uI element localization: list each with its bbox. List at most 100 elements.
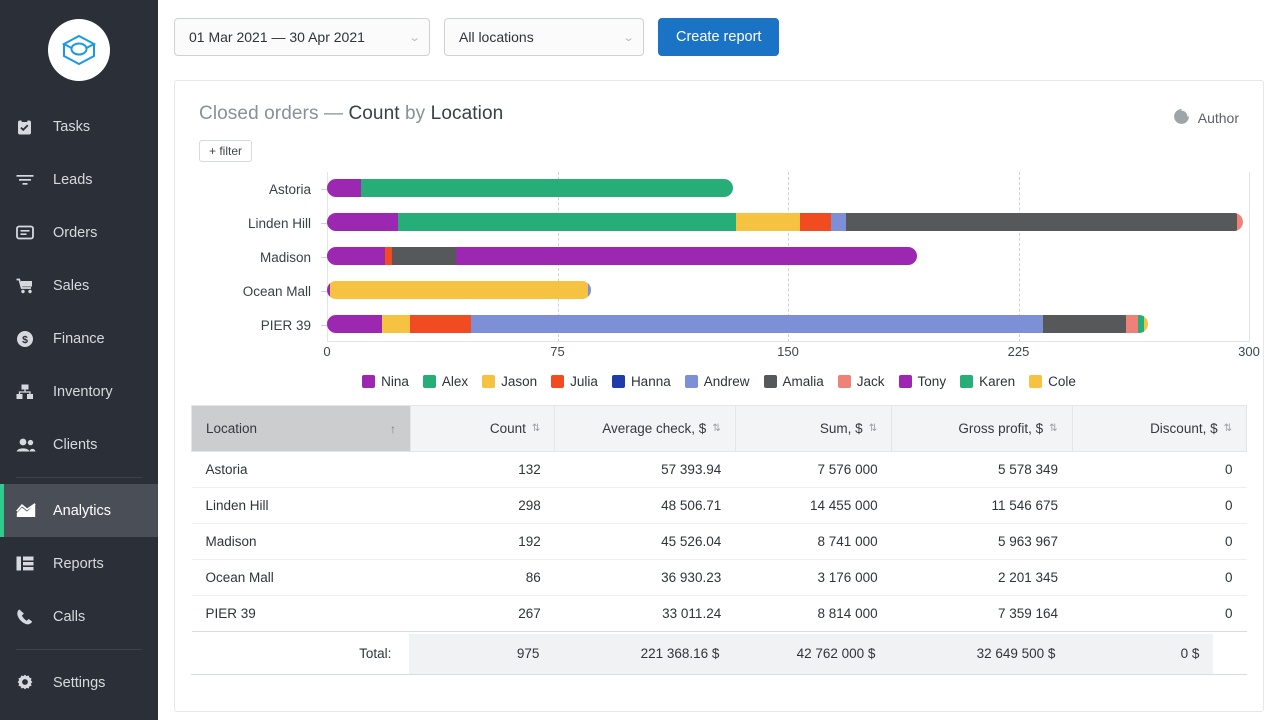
chart-row: Linden Hill: [175, 206, 1249, 240]
table-row[interactable]: Astoria 132 57 393.94 7 576 000 5 578 349 0: [191, 451, 1247, 488]
legend-item[interactable]: Hanna: [611, 374, 671, 389]
stacked-bar[interactable]: [327, 179, 733, 197]
bar-segment[interactable]: [327, 179, 361, 197]
table-layout-icon: [16, 554, 40, 574]
table-row[interactable]: Madison 192 45 526.04 8 741 000 5 963 967 0: [191, 523, 1247, 560]
location-select[interactable]: All locations ⌄: [444, 18, 644, 56]
inbox-icon: [16, 223, 40, 243]
table-header-average-check[interactable]: Average check, $ ⇅: [554, 405, 736, 452]
sidebar-item-clients[interactable]: Clients: [0, 418, 158, 471]
date-range-select[interactable]: 01 Mar 2021 — 30 Apr 2021 ⌄: [174, 18, 430, 56]
bar-segment[interactable]: [846, 213, 1237, 231]
sidebar-item-sales[interactable]: Sales: [0, 259, 158, 312]
bar-segment[interactable]: [1126, 315, 1139, 333]
cell-average-check: 45 526.04: [554, 523, 736, 560]
bar-segment[interactable]: [1043, 315, 1127, 333]
legend-item[interactable]: Jack: [837, 374, 885, 389]
chevron-down-icon: ⌄: [622, 31, 635, 44]
bar-segment[interactable]: [1236, 213, 1243, 231]
sidebar-item-orders[interactable]: Orders: [0, 206, 158, 259]
legend-item[interactable]: Amalia: [763, 374, 824, 389]
bar-segment[interactable]: [800, 213, 831, 231]
bar-segment[interactable]: [1144, 315, 1148, 333]
legend-item[interactable]: Nina: [362, 374, 409, 389]
stacked-bar[interactable]: [327, 247, 918, 265]
cell-average-check: 36 930.23: [554, 559, 736, 596]
date-range-value: 01 Mar 2021 — 30 Apr 2021: [189, 29, 365, 45]
sidebar-item-tasks[interactable]: Tasks: [0, 100, 158, 153]
gridline: [1249, 172, 1250, 342]
chart-plot-area: Astoria Linden Hill Madison Ocean Mall PIER …: [175, 172, 1249, 342]
report-card: Closed orders — Count by Location Author…: [174, 80, 1264, 712]
bar-segment[interactable]: [327, 315, 383, 333]
sidebar-item-label: Inventory: [53, 383, 113, 400]
stacked-bar[interactable]: [327, 281, 592, 299]
legend-item[interactable]: Jason: [482, 374, 537, 389]
table-header-discount[interactable]: Discount, $ ⇅: [1072, 405, 1248, 452]
table-header-count[interactable]: Count ⇅: [410, 405, 556, 452]
legend-label: Alex: [441, 374, 469, 389]
bar-segment[interactable]: [409, 315, 472, 333]
sort-toggle-icon: ⇅: [868, 422, 878, 434]
table-row[interactable]: Linden Hill 298 48 506.71 14 455 000 11 546 …: [191, 487, 1247, 524]
sidebar-item-settings[interactable]: Settings: [0, 656, 158, 709]
legend-item[interactable]: Cole: [1029, 374, 1076, 389]
x-axis-tick-label: 300: [1238, 344, 1260, 359]
table-row[interactable]: Ocean Mall 86 36 930.23 3 176 000 2 201 345 0: [191, 559, 1247, 596]
filters-toolbar: 01 Mar 2021 — 30 Apr 2021 ⌄ All location…: [158, 0, 1280, 62]
bar-segment[interactable]: [588, 281, 592, 299]
main-content: 01 Mar 2021 — 30 Apr 2021 ⌄ All location…: [158, 0, 1280, 720]
sort-toggle-icon: ⇅: [1223, 422, 1232, 434]
bar-segment[interactable]: [391, 247, 457, 265]
cell-sum: 8 741 000: [735, 523, 892, 560]
sidebar-item-reports[interactable]: Reports: [0, 537, 158, 590]
sort-toggle-icon: ⇅: [531, 422, 541, 434]
chart-category-label: Ocean Mall: [242, 283, 311, 299]
bar-segment[interactable]: [327, 247, 386, 265]
phone-icon: [16, 607, 40, 627]
bar-segment[interactable]: [382, 315, 410, 333]
legend-item[interactable]: Karen: [960, 374, 1015, 389]
sidebar-item-analytics[interactable]: Analytics: [0, 484, 158, 537]
create-report-button[interactable]: Create report: [658, 18, 780, 56]
legend-swatch: [611, 375, 625, 388]
legend-item[interactable]: Tony: [898, 374, 946, 389]
funnel-icon: [16, 170, 40, 190]
table-header-location[interactable]: Location ↑: [191, 405, 411, 452]
sidebar-item-leads[interactable]: Leads: [0, 153, 158, 206]
location-value: All locations: [459, 29, 534, 45]
bar-segment[interactable]: [471, 315, 1044, 333]
stacked-bar[interactable]: [327, 213, 1243, 231]
bar-segment[interactable]: [327, 213, 398, 231]
bar-segment[interactable]: [397, 213, 736, 231]
cell-count: 192: [410, 523, 555, 560]
sidebar: Tasks Leads Orders Sales $ Finance Inven…: [0, 0, 158, 720]
bar-segment[interactable]: [456, 247, 918, 265]
chart-plot-row: [327, 308, 1249, 342]
table-row[interactable]: PIER 39 267 33 011.24 8 814 000 7 359 164 0: [191, 595, 1247, 632]
legend-item[interactable]: Alex: [422, 374, 469, 389]
sitemap-icon: [16, 382, 40, 402]
table-header-gross-profit[interactable]: Gross profit, $ ⇅: [891, 405, 1073, 452]
title-metric: Count: [348, 103, 400, 124]
legend-label: Jason: [501, 374, 538, 389]
author-selector[interactable]: Author: [1173, 103, 1239, 128]
logo-container[interactable]: [0, 0, 158, 100]
legend-item[interactable]: Andrew: [684, 374, 750, 389]
bar-segment[interactable]: [360, 179, 733, 197]
bar-segment[interactable]: [735, 213, 801, 231]
bar-segment[interactable]: [330, 281, 589, 299]
legend-label: Andrew: [703, 374, 750, 389]
legend-swatch: [551, 375, 565, 388]
sidebar-nav: Tasks Leads Orders Sales $ Finance Inven…: [0, 100, 158, 709]
stacked-bar[interactable]: [327, 315, 1148, 333]
sidebar-item-finance[interactable]: $ Finance: [0, 312, 158, 365]
bar-segment[interactable]: [830, 213, 847, 231]
legend-item[interactable]: Julia: [551, 374, 598, 389]
add-filter-button[interactable]: + filter: [199, 140, 253, 162]
cell-gross-profit: 5 578 349: [891, 451, 1073, 488]
sidebar-item-calls[interactable]: Calls: [0, 590, 158, 643]
sidebar-item-inventory[interactable]: Inventory: [0, 365, 158, 418]
totals-gross-profit: 32 649 500 $: [889, 634, 1070, 675]
table-header-sum[interactable]: Sum, $ ⇅: [735, 405, 893, 452]
